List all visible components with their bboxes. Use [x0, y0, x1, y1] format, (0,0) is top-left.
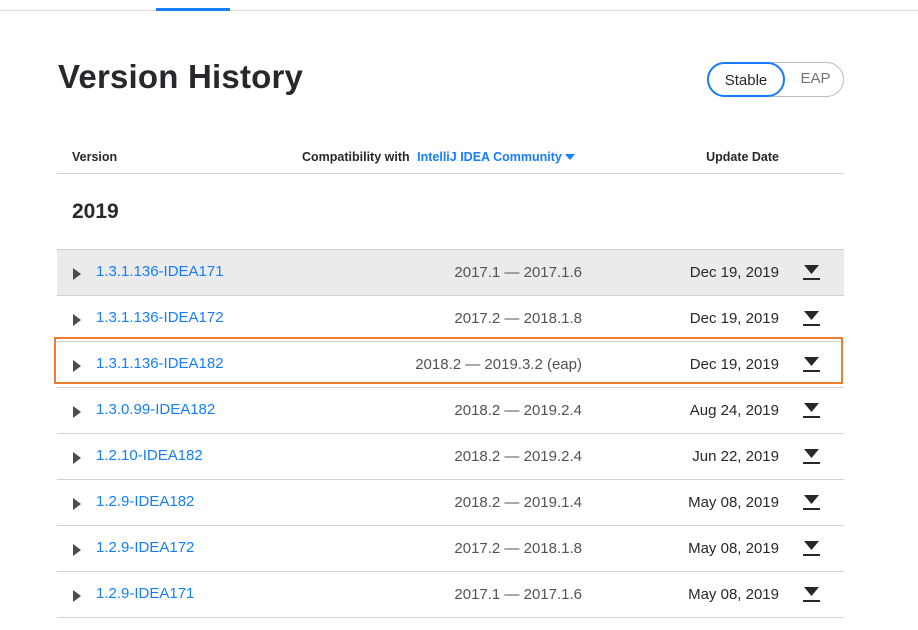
triangle-right-icon[interactable]	[73, 314, 81, 326]
version-link[interactable]: 1.3.1.136-IDEA182	[96, 355, 224, 372]
caret-down-icon	[564, 154, 575, 160]
table-row: 1.2.9-IDEA182 2018.2 — 2019.1.4 May 08, …	[57, 480, 844, 526]
table-row: 1.3.1.136-IDEA171 2017.1 — 2017.1.6 Dec …	[57, 250, 844, 296]
download-icon[interactable]	[803, 587, 820, 603]
version-link[interactable]: 1.3.1.136-IDEA172	[96, 309, 224, 326]
update-date: Dec 19, 2019	[689, 356, 779, 373]
triangle-right-icon[interactable]	[73, 406, 81, 418]
eap-toggle-button[interactable]: EAP	[788, 62, 843, 97]
stable-toggle-button[interactable]: Stable	[707, 62, 785, 97]
update-date: May 08, 2019	[688, 540, 779, 557]
table-row: 1.3.0.99-IDEA182 2018.2 — 2019.2.4 Aug 2…	[57, 388, 844, 434]
compatibility-range: 2018.2 — 2019.2.4	[454, 402, 582, 419]
download-icon[interactable]	[803, 403, 820, 419]
compatibility-range: 2018.2 — 2019.2.4	[454, 448, 582, 465]
triangle-right-icon[interactable]	[73, 590, 81, 602]
triangle-right-icon[interactable]	[73, 268, 81, 280]
compatibility-range: 2017.1 — 2017.1.6	[454, 264, 582, 281]
version-list: 1.3.1.136-IDEA171 2017.1 — 2017.1.6 Dec …	[57, 249, 844, 618]
update-date: Dec 19, 2019	[689, 264, 779, 281]
compatibility-label: Compatibility with	[302, 150, 410, 164]
compatibility-range: 2017.2 — 2018.1.8	[454, 540, 582, 557]
compatibility-range: 2018.2 — 2019.1.4	[454, 494, 582, 511]
version-link[interactable]: 1.2.9-IDEA182	[96, 493, 194, 510]
top-nav-bar	[0, 0, 918, 11]
update-date: Aug 24, 2019	[689, 402, 779, 419]
product-dropdown-label: IntelliJ IDEA Community	[417, 150, 562, 164]
triangle-right-icon[interactable]	[73, 498, 81, 510]
compatibility-range: 2018.2 — 2019.3.2 (eap)	[415, 356, 582, 373]
product-dropdown[interactable]: IntelliJ IDEA Community	[417, 150, 575, 164]
active-tab-indicator	[156, 8, 230, 11]
download-icon[interactable]	[803, 541, 820, 557]
version-link[interactable]: 1.3.1.136-IDEA171	[96, 263, 224, 280]
download-icon[interactable]	[803, 495, 820, 511]
download-icon[interactable]	[803, 449, 820, 465]
triangle-right-icon[interactable]	[73, 360, 81, 372]
table-header: Version Compatibility with IntelliJ IDEA…	[57, 142, 844, 174]
table-row: 1.3.1.136-IDEA182 2018.2 — 2019.3.2 (eap…	[57, 342, 844, 388]
triangle-right-icon[interactable]	[73, 452, 81, 464]
update-date: Jun 22, 2019	[692, 448, 779, 465]
triangle-right-icon[interactable]	[73, 544, 81, 556]
table-row: 1.2.9-IDEA171 2017.1 — 2017.1.6 May 08, …	[57, 572, 844, 618]
channel-toggle: Stable EAP	[707, 62, 844, 97]
update-date-column-header: Update Date	[706, 150, 779, 164]
download-icon[interactable]	[803, 265, 820, 281]
version-link[interactable]: 1.3.0.99-IDEA182	[96, 401, 215, 418]
compatibility-column-header: Compatibility with IntelliJ IDEA Communi…	[302, 150, 575, 164]
table-row: 1.2.10-IDEA182 2018.2 — 2019.2.4 Jun 22,…	[57, 434, 844, 480]
download-icon[interactable]	[803, 357, 820, 373]
version-link[interactable]: 1.2.9-IDEA171	[96, 585, 194, 602]
version-column-header: Version	[72, 150, 118, 164]
table-row: 1.3.1.136-IDEA172 2017.2 — 2018.1.8 Dec …	[57, 296, 844, 342]
version-link[interactable]: 1.2.10-IDEA182	[96, 447, 203, 464]
year-heading: 2019	[72, 200, 119, 223]
compatibility-range: 2017.2 — 2018.1.8	[454, 310, 582, 327]
update-date: May 08, 2019	[688, 586, 779, 603]
page-title: Version History	[58, 58, 304, 95]
compatibility-range: 2017.1 — 2017.1.6	[454, 586, 582, 603]
version-link[interactable]: 1.2.9-IDEA172	[96, 539, 194, 556]
update-date: Dec 19, 2019	[689, 310, 779, 327]
update-date: May 08, 2019	[688, 494, 779, 511]
table-row: 1.2.9-IDEA172 2017.2 — 2018.1.8 May 08, …	[57, 526, 844, 572]
download-icon[interactable]	[803, 311, 820, 327]
